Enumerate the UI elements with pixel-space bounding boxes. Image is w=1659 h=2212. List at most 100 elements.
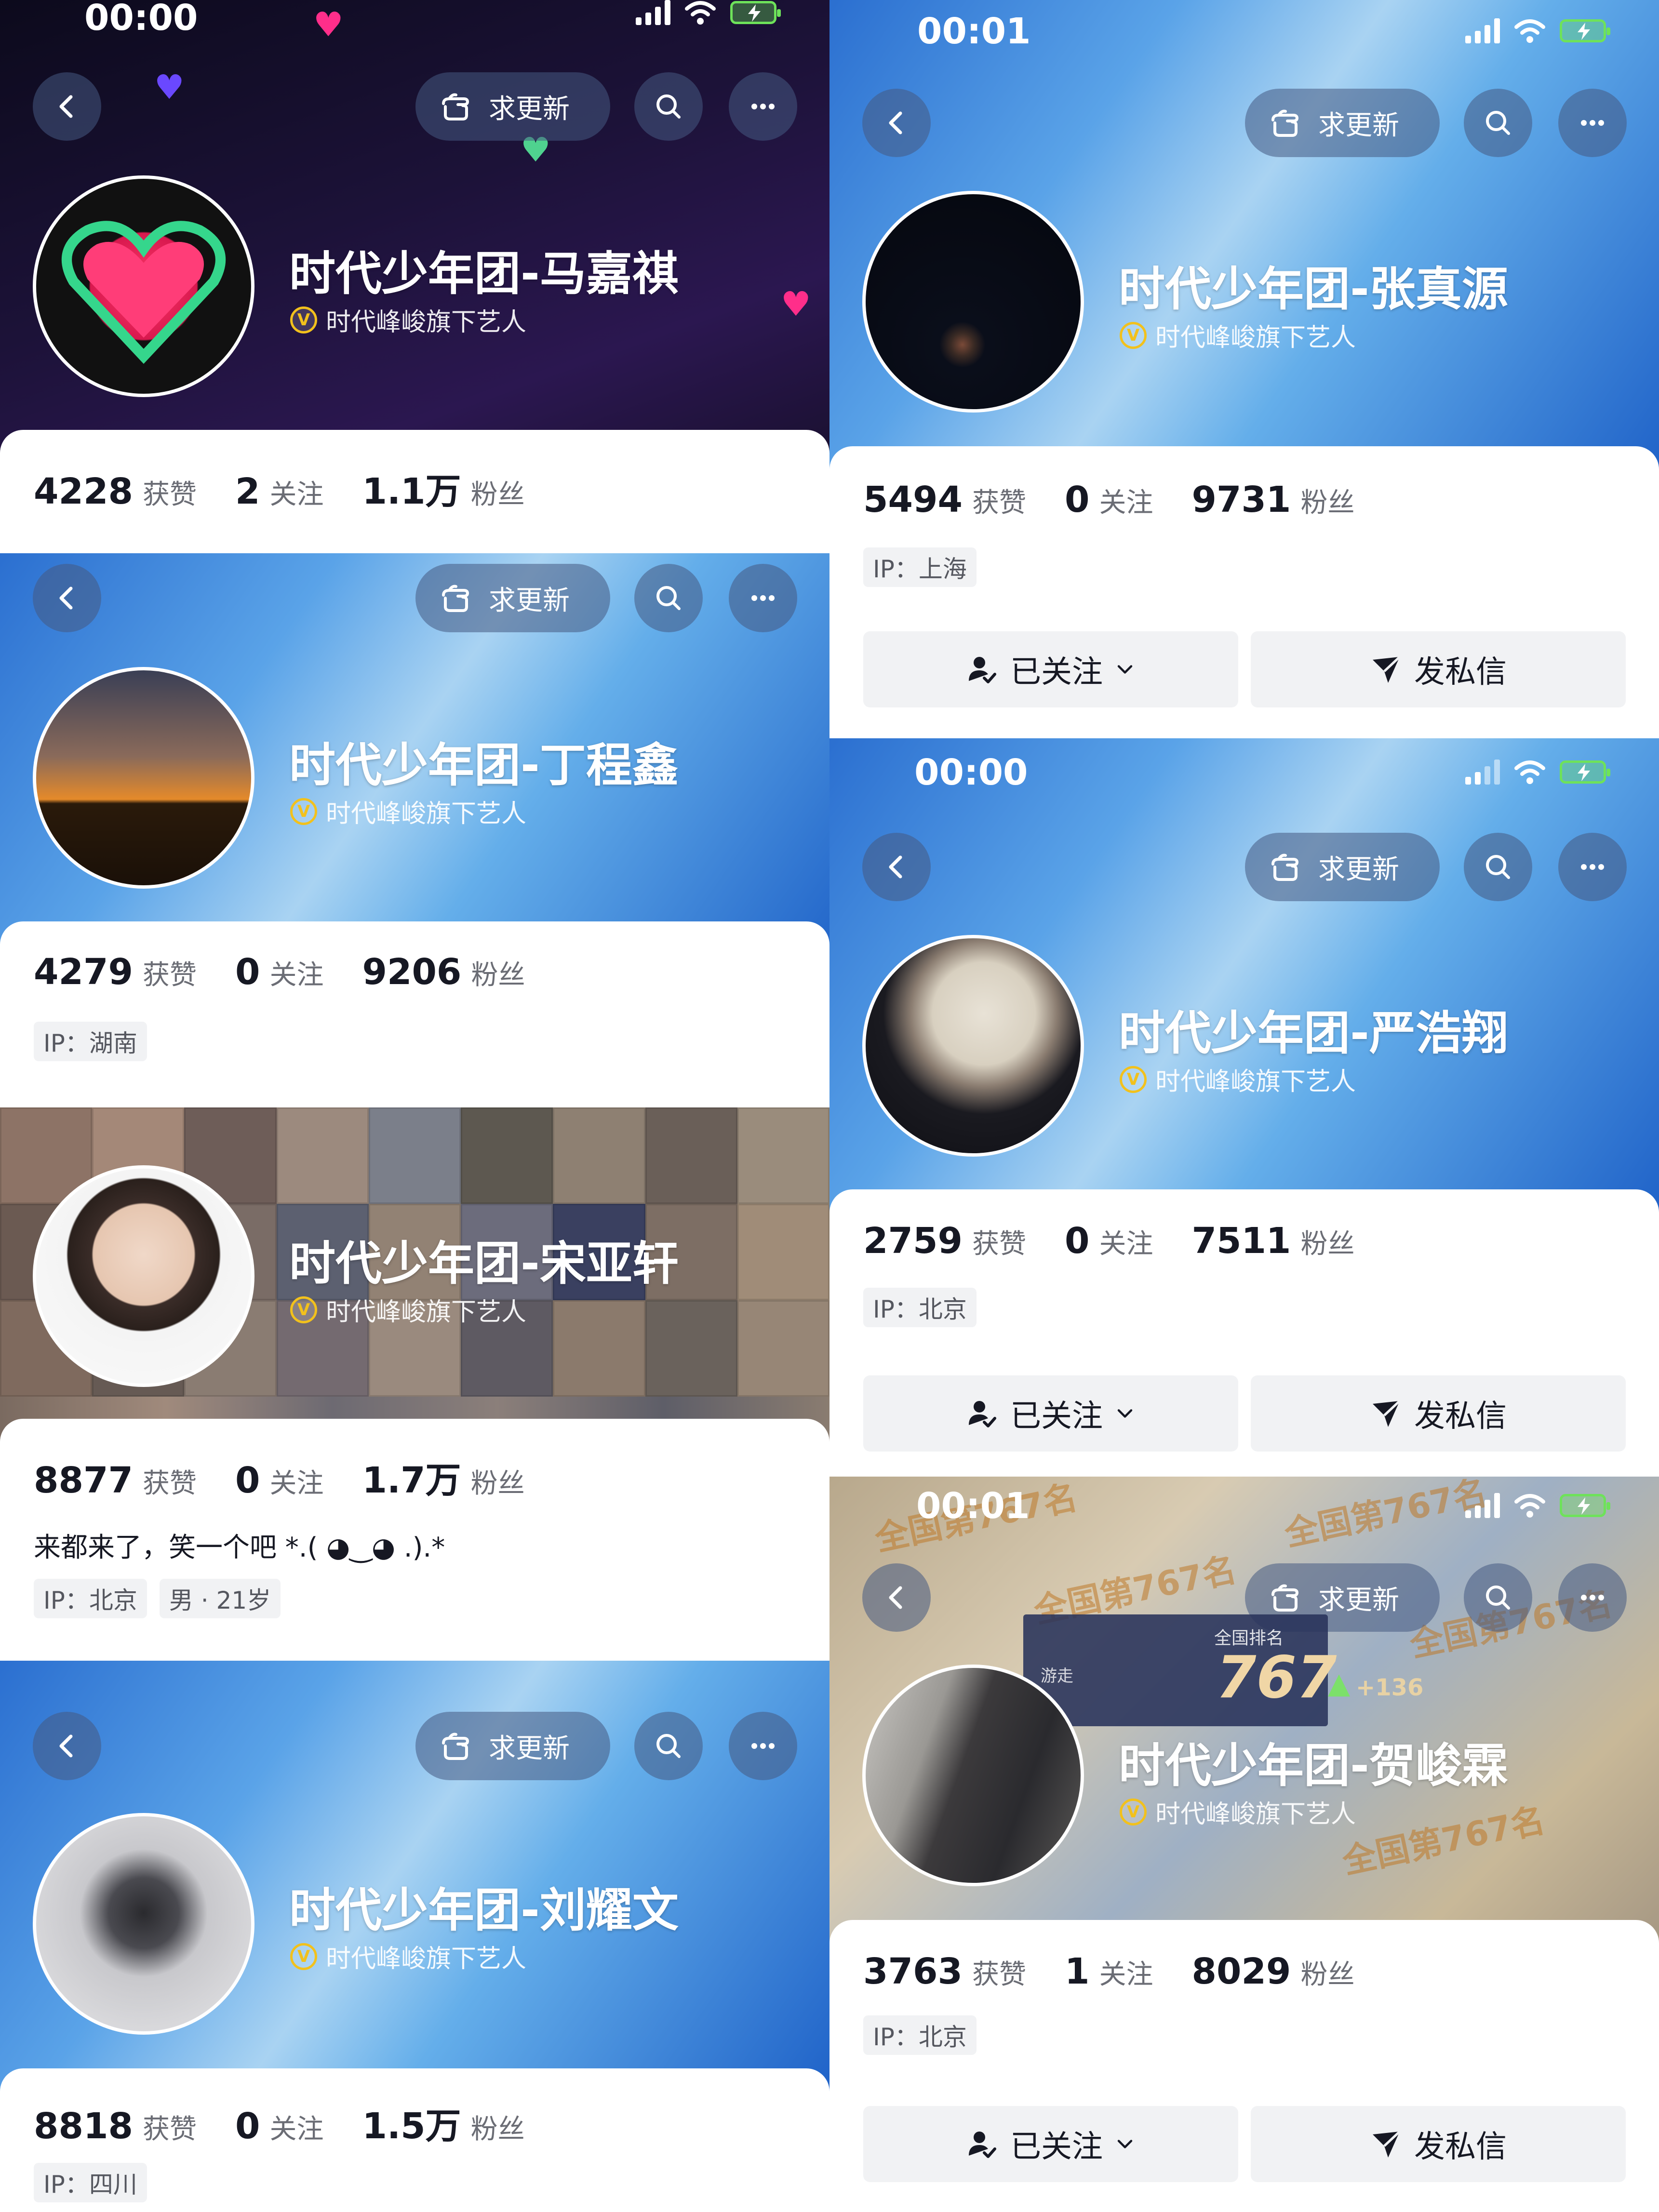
info-tags: IP：湖南	[34, 1022, 147, 1061]
back-button[interactable]	[862, 1563, 931, 1632]
search-icon	[656, 1734, 681, 1758]
verification-label: V 时代峰峻旗下艺人	[290, 793, 526, 829]
request-update-button[interactable]: 求更新	[1245, 89, 1440, 157]
verified-badge-icon: V	[1120, 1066, 1147, 1093]
fans-stat[interactable]: 8029 粉丝	[1191, 1951, 1354, 1992]
stats-row: 8877 获赞 0 关注 1.7万 粉丝	[34, 1452, 525, 1503]
rank-background-text: 全国第767名	[1339, 1800, 1549, 1882]
more-button[interactable]	[1558, 833, 1627, 901]
status-time: 00:00	[84, 0, 198, 39]
following-stat[interactable]: 0 关注	[235, 1460, 324, 1501]
avatar[interactable]	[862, 935, 1084, 1157]
likes-count: 5494	[863, 479, 963, 520]
search-button[interactable]	[1464, 833, 1532, 901]
likes-stat[interactable]: 8818 获赞	[34, 2105, 197, 2147]
followed-button[interactable]: 已关注	[863, 1375, 1238, 1452]
profile-panel-dingchengxin: 求更新 时代少年团-丁程鑫 V 时代峰峻旗下艺人 4279 获赞 0 关注 9206…	[0, 553, 830, 1107]
request-update-button[interactable]: 求更新	[415, 72, 610, 141]
profile-card: 8818 获赞 0 关注 1.5万 粉丝 IP：四川	[0, 2068, 830, 2212]
send-message-button[interactable]: 发私信	[1251, 2106, 1626, 2182]
following-stat[interactable]: 1 关注	[1065, 1951, 1153, 1992]
avatar[interactable]	[33, 1813, 254, 2035]
likes-stat[interactable]: 4228 获赞	[34, 471, 197, 512]
fans-stat[interactable]: 1.7万 粉丝	[362, 1452, 524, 1503]
search-button[interactable]	[634, 72, 703, 141]
send-icon	[1373, 2131, 1401, 2158]
fans-stat[interactable]: 7511 粉丝	[1191, 1220, 1354, 1262]
avatar[interactable]	[33, 1165, 254, 1387]
fans-stat[interactable]: 1.1万 粉丝	[362, 463, 524, 514]
followed-button[interactable]: 已关注	[863, 631, 1238, 707]
verification-text: 时代峰峻旗下艺人	[326, 1945, 527, 1973]
likes-stat[interactable]: 3763 获赞	[863, 1951, 1026, 1992]
back-button[interactable]	[33, 1712, 101, 1780]
fans-stat[interactable]: 9206 粉丝	[362, 951, 525, 993]
profile-card: 8877 获赞 0 关注 1.7万 粉丝 来都来了，笑一个吧 *.( ◕‿◕ .).*…	[0, 1419, 830, 1661]
status-time: 00:01	[916, 1485, 1030, 1527]
verification-label: V 时代峰峻旗下艺人	[290, 1292, 526, 1328]
following-count: 0	[235, 2105, 260, 2147]
verified-badge-icon: V	[1120, 321, 1147, 349]
fans-stat[interactable]: 9731 粉丝	[1191, 479, 1354, 520]
user-check-icon	[969, 1401, 996, 1427]
avatar[interactable]	[33, 175, 254, 397]
back-button[interactable]	[33, 72, 101, 141]
fans-stat[interactable]: 1.5万 粉丝	[362, 2097, 524, 2149]
likes-stat[interactable]: 5494 获赞	[863, 479, 1026, 520]
profile-name: 时代少年团-马嘉祺	[289, 247, 679, 301]
request-update-button[interactable]: 求更新	[415, 564, 610, 632]
verified-badge-icon: V	[290, 798, 317, 825]
signal-icon	[636, 0, 670, 25]
more-button[interactable]	[729, 72, 797, 141]
more-button[interactable]	[1558, 1563, 1627, 1632]
signal-icon	[1465, 760, 1500, 785]
request-update-button[interactable]: 求更新	[1245, 833, 1440, 901]
request-update-label: 求更新	[489, 1732, 570, 1764]
back-button[interactable]	[33, 564, 101, 632]
request-update-button[interactable]: 求更新	[415, 1712, 610, 1780]
avatar[interactable]	[862, 1665, 1084, 1886]
likes-label: 获赞	[142, 1468, 197, 1499]
more-dots-icon	[751, 595, 775, 601]
avatar[interactable]	[33, 667, 254, 889]
request-update-label: 求更新	[489, 93, 570, 125]
search-button[interactable]	[1464, 1563, 1532, 1632]
send-message-button[interactable]: 发私信	[1251, 631, 1626, 707]
verified-badge-icon: V	[290, 1943, 317, 1970]
search-icon	[1486, 855, 1510, 879]
rank-side-label: 游走	[1041, 1666, 1073, 1686]
search-button[interactable]	[634, 1712, 703, 1780]
rank-value: 767	[1216, 1644, 1337, 1711]
stats-row: 4279 获赞 0 关注 9206 粉丝	[34, 951, 525, 993]
info-tags: IP：上海	[863, 547, 977, 587]
back-button[interactable]	[862, 89, 931, 157]
more-button[interactable]	[729, 564, 797, 632]
likes-label: 获赞	[972, 1228, 1026, 1260]
verification-text: 时代峰峻旗下艺人	[326, 800, 527, 828]
battery-icon	[1560, 1494, 1610, 1517]
likes-count: 8877	[34, 1460, 133, 1501]
chevron-left-icon	[889, 855, 902, 879]
fans-label: 粉丝	[470, 1468, 525, 1499]
followed-button[interactable]: 已关注	[863, 2106, 1238, 2182]
following-stat[interactable]: 0 关注	[235, 951, 324, 993]
more-button[interactable]	[729, 1712, 797, 1780]
search-button[interactable]	[1464, 89, 1532, 157]
likes-stat[interactable]: 2759 获赞	[863, 1220, 1026, 1262]
more-button[interactable]	[1558, 89, 1627, 157]
following-stat[interactable]: 0 关注	[1065, 479, 1153, 520]
user-check-icon	[969, 2132, 996, 2158]
chevron-left-icon	[59, 1734, 73, 1758]
verification-label: V 时代峰峻旗下艺人	[1120, 1061, 1356, 1097]
back-button[interactable]	[862, 833, 931, 901]
search-button[interactable]	[634, 564, 703, 632]
likes-stat[interactable]: 8877 获赞	[34, 1460, 197, 1501]
following-stat[interactable]: 0 关注	[235, 2105, 324, 2147]
likes-stat[interactable]: 4279 获赞	[34, 951, 197, 993]
avatar[interactable]	[862, 191, 1084, 413]
following-stat[interactable]: 2 关注	[235, 471, 324, 512]
following-stat[interactable]: 0 关注	[1065, 1220, 1153, 1262]
send-message-button[interactable]: 发私信	[1251, 1375, 1626, 1452]
following-count: 1	[1064, 1951, 1090, 1992]
search-icon	[656, 586, 681, 610]
